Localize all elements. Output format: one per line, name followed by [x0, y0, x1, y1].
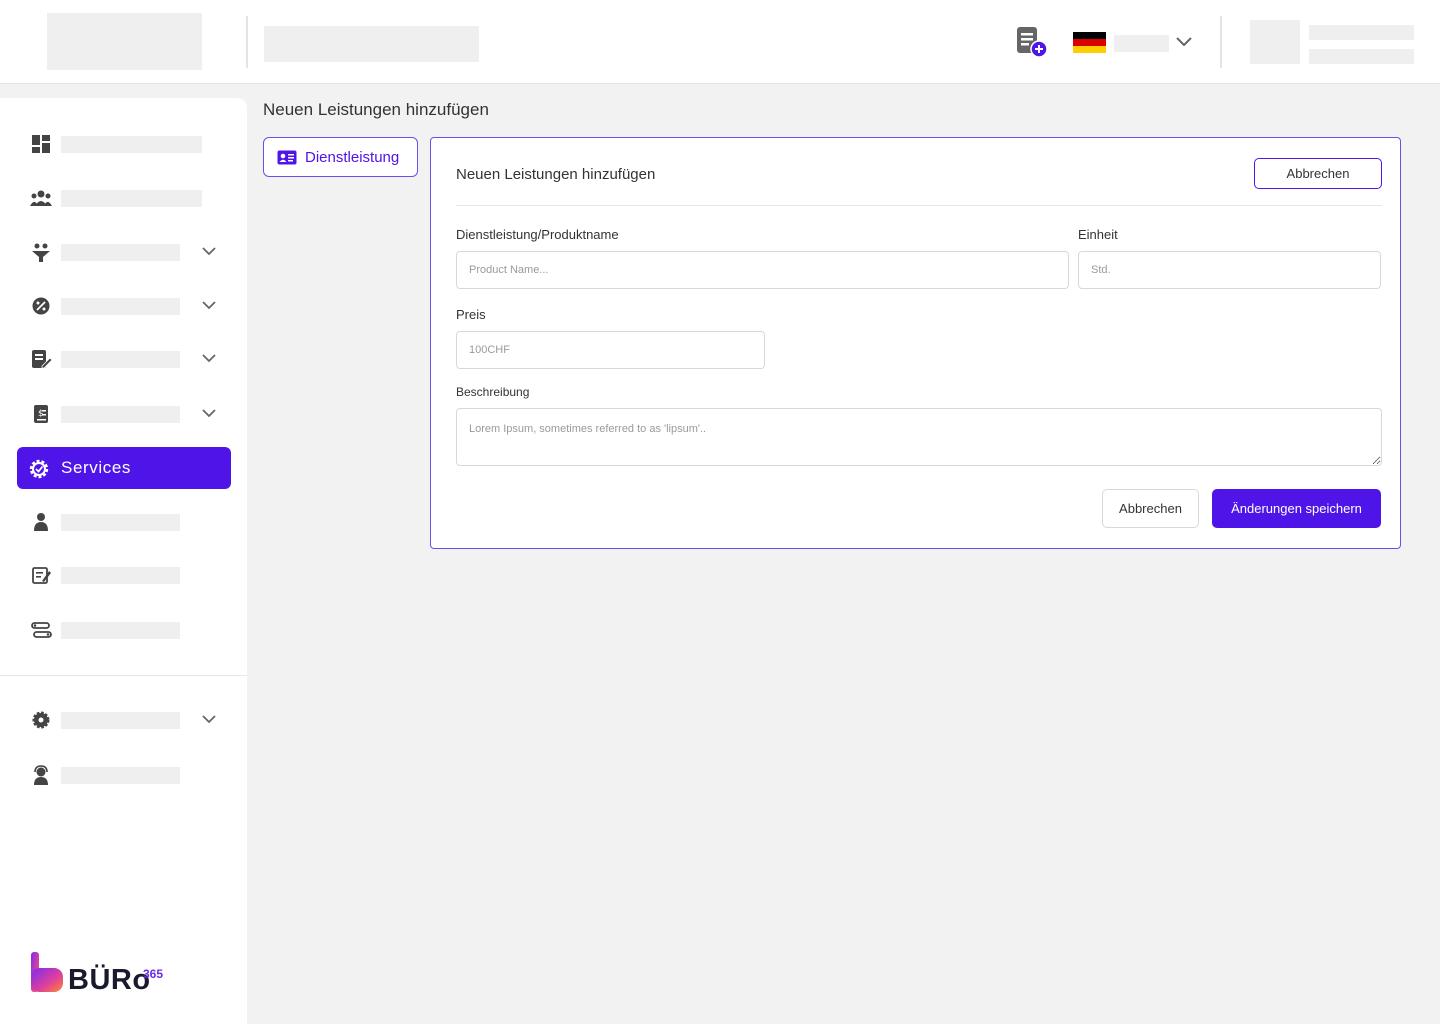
- service-gear-icon: [29, 459, 49, 479]
- sidebar-item-label-placeholder: [61, 406, 180, 423]
- unit-input[interactable]: [1078, 251, 1381, 289]
- header-search-placeholder[interactable]: [264, 26, 479, 62]
- sidebar-item-label-placeholder: [61, 298, 180, 315]
- sidebar-item-label-placeholder: [61, 351, 180, 368]
- sidebar-item-services[interactable]: Services: [17, 447, 231, 489]
- sidebar-divider: [0, 675, 247, 676]
- logo-text: BÜRo: [68, 964, 151, 996]
- card-title: Neuen Leistungen hinzufügen: [456, 166, 656, 183]
- card-divider: [456, 205, 1382, 206]
- save-changes-button[interactable]: Änderungen speichern: [1212, 489, 1381, 528]
- sidebar-item-settings[interactable]: [0, 699, 247, 741]
- edit-document-icon: [32, 350, 52, 369]
- chevron-down-icon[interactable]: [201, 713, 217, 725]
- sidebar-item-label-placeholder: [61, 767, 180, 784]
- tab-dienstleistung[interactable]: Dienstleistung: [263, 137, 418, 177]
- de-flag-icon[interactable]: [1073, 32, 1106, 53]
- sidebar-item-label-placeholder: [61, 514, 180, 531]
- sidebar-item-label-placeholder: [61, 136, 202, 153]
- sidebar-item-label-placeholder: [61, 567, 180, 584]
- product-name-label: Dienstleistung/Produktname: [456, 227, 619, 242]
- cancel-button[interactable]: Abbrechen: [1102, 489, 1199, 528]
- sidebar-item-label: Services: [61, 458, 131, 477]
- settings-icon: [32, 711, 50, 729]
- sidebar-item-funnel[interactable]: [0, 231, 247, 273]
- sidebar-item-invoices[interactable]: $: [0, 393, 247, 435]
- user-name-placeholder: [1309, 25, 1414, 40]
- price-input[interactable]: [456, 331, 765, 369]
- chevron-down-icon[interactable]: [201, 299, 217, 311]
- tab-label: Dienstleistung: [305, 149, 400, 166]
- funnel-icon: [32, 243, 50, 262]
- id-card-icon: [277, 150, 297, 165]
- sidebar-item-person[interactable]: [0, 501, 247, 543]
- sidebar-item-dashboard[interactable]: [0, 123, 247, 165]
- team-icon: [30, 190, 52, 206]
- user-role-placeholder: [1309, 49, 1414, 64]
- person-icon: [34, 513, 48, 531]
- sidebar-item-route[interactable]: [0, 609, 247, 651]
- route-icon: [31, 622, 52, 638]
- logo-mark-icon: [31, 952, 63, 992]
- chevron-down-icon[interactable]: [201, 407, 217, 419]
- sidebar-item-team[interactable]: [0, 177, 247, 219]
- notes-icon: [32, 567, 51, 584]
- page-title: Neuen Leistungen hinzufügen: [263, 100, 489, 119]
- sidebar-item-label-placeholder: [61, 712, 180, 729]
- sidebar-item-label-placeholder: [61, 622, 180, 639]
- sidebar-item-label-placeholder: [61, 190, 202, 207]
- price-label: Preis: [456, 307, 486, 322]
- description-textarea[interactable]: [456, 408, 1382, 466]
- avatar[interactable]: [1250, 20, 1300, 64]
- header-logo-placeholder: [47, 13, 202, 70]
- chevron-down-icon[interactable]: [1175, 34, 1193, 48]
- header-divider: [246, 16, 248, 68]
- description-label: Beschreibung: [456, 385, 530, 399]
- logo-superscript: 365: [143, 967, 164, 981]
- add-service-card: Neuen Leistungen hinzufügen Abbrechen Di…: [430, 137, 1401, 549]
- discount-icon: [32, 297, 50, 315]
- sidebar-item-documents[interactable]: [0, 338, 247, 380]
- top-header: [0, 0, 1440, 84]
- cancel-button-top[interactable]: Abbrechen: [1254, 158, 1382, 189]
- chevron-down-icon[interactable]: [201, 352, 217, 364]
- sidebar-item-notes[interactable]: [0, 554, 247, 596]
- dashboard-icon: [32, 135, 50, 153]
- support-icon: [34, 765, 48, 785]
- language-name-placeholder[interactable]: [1114, 35, 1169, 52]
- product-name-input[interactable]: [456, 251, 1069, 289]
- header-divider-right: [1220, 16, 1222, 68]
- invoice-icon: $: [34, 405, 48, 423]
- sidebar-item-label-placeholder: [61, 244, 180, 261]
- sidebar-item-support[interactable]: [0, 754, 247, 796]
- sidebar-item-discount[interactable]: [0, 285, 247, 327]
- add-document-icon[interactable]: [1014, 26, 1050, 60]
- chevron-down-icon[interactable]: [201, 245, 217, 257]
- brand-logo: BÜRo 365: [30, 950, 170, 996]
- unit-label: Einheit: [1078, 227, 1118, 242]
